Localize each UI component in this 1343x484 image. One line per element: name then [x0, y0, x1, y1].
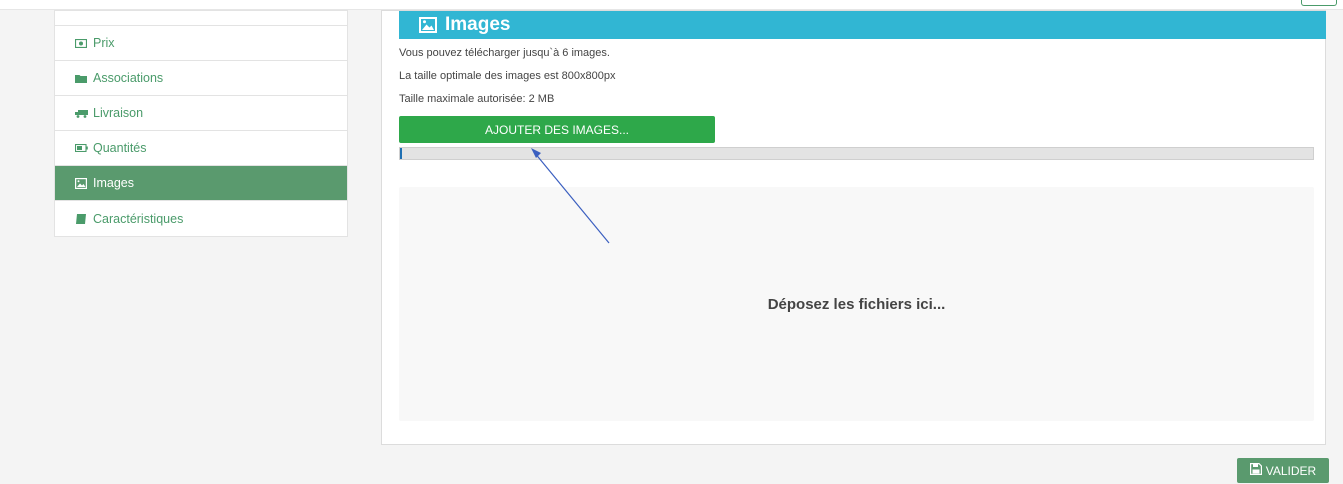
image-icon — [419, 17, 437, 33]
sidebar-item-label: Images — [93, 176, 134, 190]
sidebar-item-label: Livraison — [93, 106, 144, 120]
panel-title: Images — [445, 14, 511, 35]
truck-icon — [75, 109, 89, 118]
upload-limit-text: Vous pouvez télécharger jusqu`à 6 images… — [399, 47, 610, 59]
sidebar-item-caracteristiques[interactable]: Caractéristiques — [55, 201, 347, 236]
sidebar-item-label: Prix — [93, 36, 115, 50]
book-icon — [75, 213, 89, 224]
upload-progress-bar — [399, 147, 1314, 160]
sidebar-item-label: Quantités — [93, 141, 147, 155]
page: Prix Associations Livraison Quantités Im — [0, 0, 1343, 484]
sidebar-item-quantites[interactable]: Quantités — [55, 131, 347, 166]
top-bar — [0, 0, 1343, 10]
sidebar-item-prix[interactable]: Prix — [55, 26, 347, 61]
image-icon — [75, 177, 89, 189]
sidebar-menu: Prix Associations Livraison Quantités Im — [54, 10, 348, 237]
sidebar-item-livraison[interactable]: Livraison — [55, 96, 347, 131]
sidebar-item-associations[interactable]: Associations — [55, 61, 347, 96]
save-icon — [1249, 463, 1262, 478]
images-panel: Images Vous pouvez télécharger jusqu`à 6… — [381, 10, 1326, 445]
add-images-button[interactable]: AJOUTER DES IMAGES... — [399, 116, 715, 143]
optimal-size-text: La taille optimale des images est 800x80… — [399, 70, 616, 82]
dropzone-text: Déposez les fichiers ici... — [767, 295, 946, 313]
valider-label: VALIDER — [1265, 463, 1317, 478]
valider-button[interactable]: VALIDER — [1237, 458, 1329, 483]
sidebar-item-label: Associations — [93, 71, 164, 85]
sidebar-item-hidden[interactable] — [55, 11, 347, 26]
top-right-button[interactable] — [1301, 0, 1337, 6]
max-size-text: Taille maximale autorisée: 2 MB — [399, 93, 555, 105]
folder-icon — [75, 74, 89, 83]
battery-icon — [75, 144, 89, 152]
sidebar-item-images[interactable]: Images — [55, 166, 347, 201]
panel-header: Images — [399, 11, 1326, 39]
money-icon — [75, 38, 89, 48]
progress-fill — [400, 148, 402, 159]
file-dropzone[interactable]: Déposez les fichiers ici... — [399, 187, 1314, 421]
sidebar-item-label: Caractéristiques — [93, 211, 184, 226]
